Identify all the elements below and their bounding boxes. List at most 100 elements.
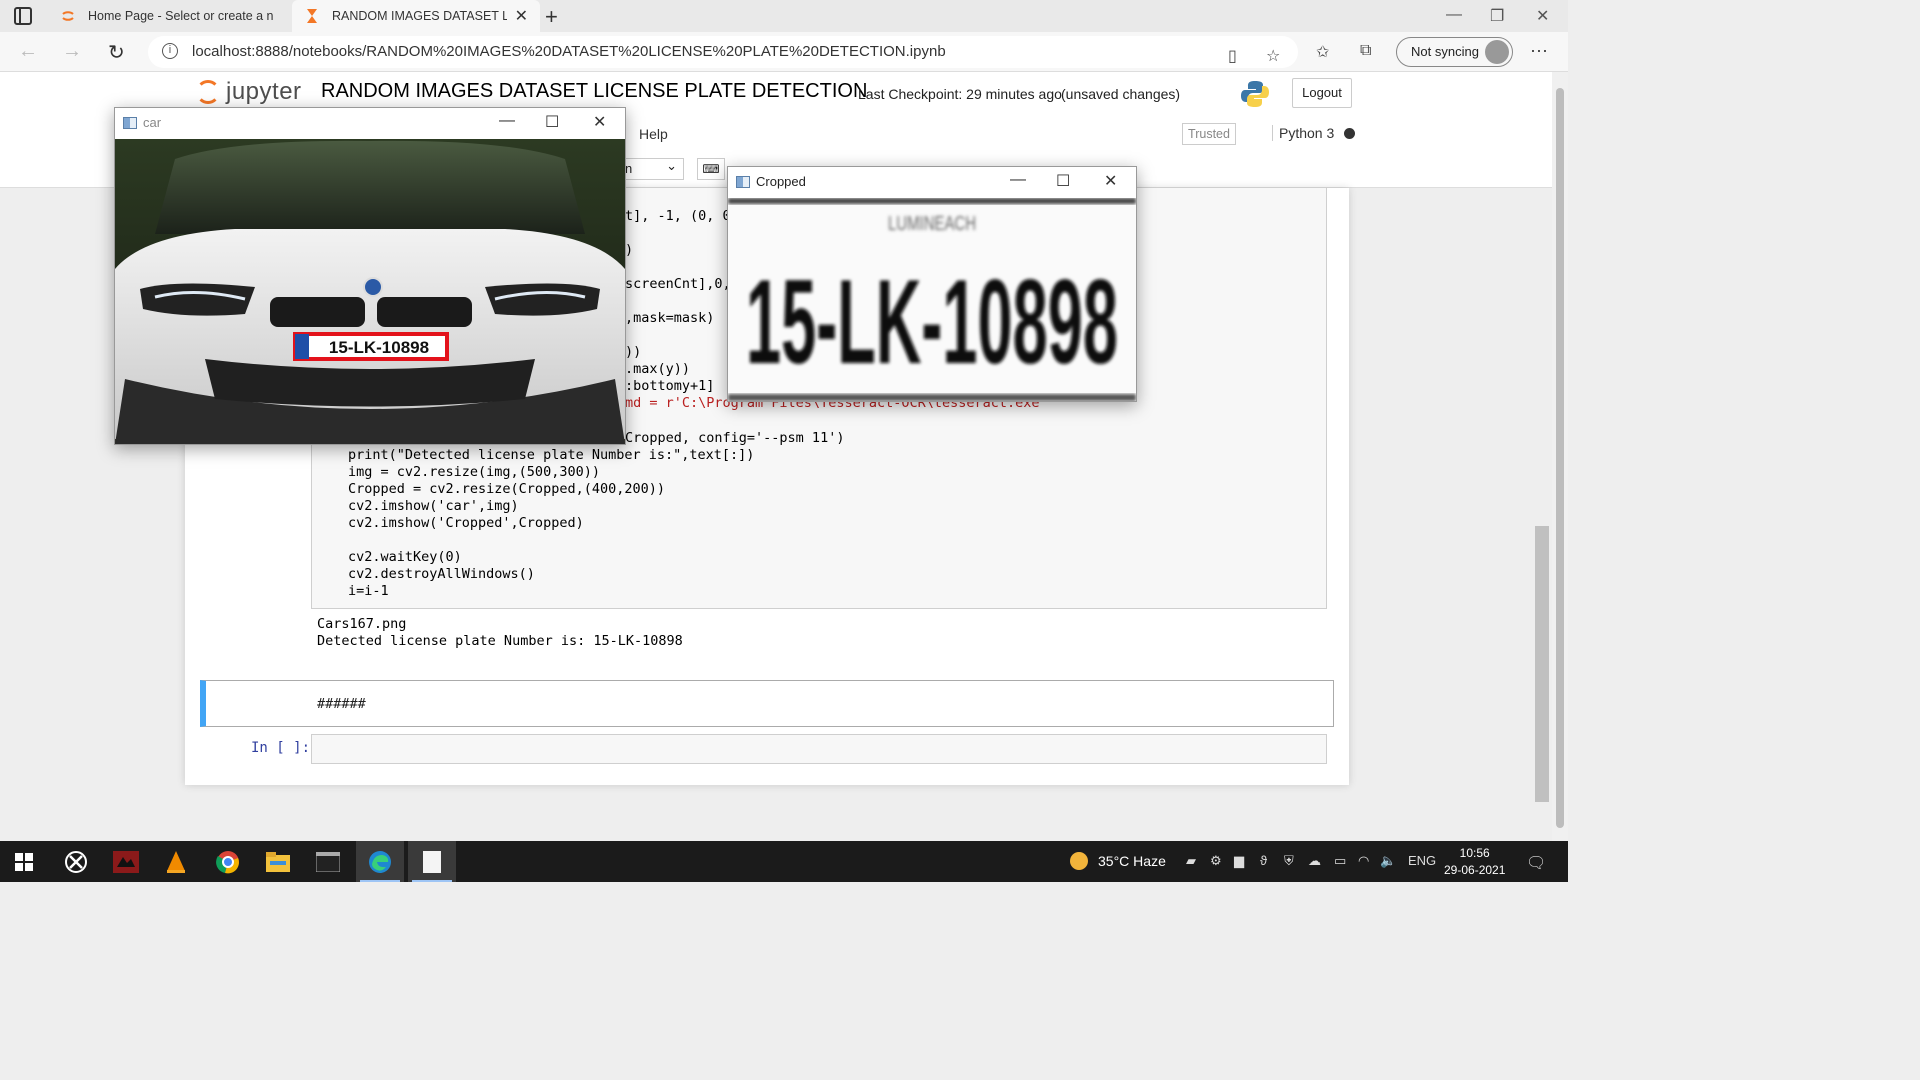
code-fragment: .max(y)): [625, 361, 691, 377]
code-line: cv2.imshow('Cropped',Cropped): [348, 515, 584, 531]
url-text: localhost:8888/notebooks/RANDOM%20IMAGES…: [192, 43, 946, 60]
tab-label: RANDOM IMAGES DATASET LICE: [332, 9, 507, 23]
car-image: 15-LK-10898: [115, 139, 625, 444]
tab-notebook[interactable]: RANDOM IMAGES DATASET LICE ✕: [292, 0, 540, 32]
jupyter-logo[interactable]: jupyter: [196, 78, 302, 106]
minimize-icon[interactable]: —: [1446, 6, 1462, 24]
code-fragment: )): [625, 344, 642, 360]
minimize-icon[interactable]: —: [499, 112, 515, 130]
close-icon[interactable]: ✕: [1104, 171, 1117, 191]
checkpoint-status: Last Checkpoint: 29 minutes ago: [858, 86, 1062, 102]
kernel-indicator: Python 3: [1272, 125, 1356, 141]
favorites-icon[interactable]: ✩: [1316, 42, 1329, 62]
logout-button[interactable]: Logout: [1292, 78, 1352, 108]
sync-button[interactable]: Not syncing: [1396, 37, 1513, 67]
window-icon: [123, 117, 137, 129]
cropped-window[interactable]: Cropped — ☐ ✕ LUMINEACH 15-LK-10898: [727, 166, 1137, 402]
security-icon[interactable]: ⛨: [1284, 853, 1294, 869]
window-titlebar[interactable]: car — ☐ ✕: [115, 108, 625, 138]
settings-tray-icon[interactable]: ⚙: [1210, 853, 1222, 869]
window-titlebar[interactable]: Cropped — ☐ ✕: [728, 167, 1136, 197]
xbox-icon[interactable]: [52, 841, 100, 882]
clock-time: 10:56: [1459, 846, 1490, 860]
output-result: Detected license plate Number is: 15-LK-…: [317, 633, 683, 649]
jupyter-logo-text: jupyter: [226, 78, 302, 105]
volume-icon[interactable]: 🔈: [1380, 853, 1396, 869]
collections-icon[interactable]: ⧉: [1360, 42, 1371, 60]
code-fragment: ): [625, 242, 634, 258]
car-photo: 15-LK-10898: [115, 139, 625, 444]
tab-home-page[interactable]: Home Page - Select or create a n: [48, 0, 292, 32]
code-fragment: ,mask=mask): [625, 310, 715, 326]
app-red-icon[interactable]: [102, 841, 150, 882]
window-icon: [736, 176, 750, 188]
cropped-plate-image: LUMINEACH 15-LK-10898: [728, 198, 1136, 401]
tab-label: Home Page - Select or create a n: [88, 9, 274, 23]
code-fragment: t], -1, (0, 0: [625, 208, 731, 224]
code-fragment: Cropped, config='--psm 11'): [625, 430, 845, 446]
code-line: print("Detected license plate Number is:…: [348, 447, 755, 463]
unsaved-status: (unsaved changes): [1061, 86, 1181, 102]
minimize-icon[interactable]: —: [1010, 171, 1026, 189]
notifications-icon[interactable]: 🗨: [1526, 853, 1546, 873]
reader-view-icon[interactable]: ▯: [1228, 46, 1237, 66]
notebook-title[interactable]: RANDOM IMAGES DATASET LICENSE PLATE DETE…: [321, 80, 867, 103]
language-indicator[interactable]: ENG: [1408, 853, 1436, 868]
close-tab-icon[interactable]: ✕: [515, 6, 528, 26]
chrome-icon[interactable]: [204, 841, 252, 882]
weather-text: 35°C Haze: [1098, 853, 1166, 869]
cell-type-select[interactable]: n: [620, 156, 684, 180]
code-line: i=i-1: [348, 583, 389, 599]
url-field[interactable]: i localhost:8888/notebooks/RANDOM%20IMAG…: [148, 36, 1298, 68]
red-tray-icon[interactable]: ▆: [1234, 853, 1244, 869]
close-icon[interactable]: ✕: [593, 112, 606, 132]
new-tab-button[interactable]: +: [545, 4, 558, 30]
close-window-icon[interactable]: ✕: [1536, 6, 1549, 26]
jupyter-logo-icon: [196, 80, 220, 104]
clock[interactable]: 10:56 29-06-2021: [1444, 845, 1505, 879]
scrollbar-thumb[interactable]: [1556, 88, 1564, 828]
wifi-icon[interactable]: ◠: [1358, 853, 1369, 869]
info-icon[interactable]: i: [162, 43, 178, 59]
markdown-cell[interactable]: ######: [200, 680, 1334, 727]
code-line: cv2.imshow('car',img): [348, 498, 519, 514]
maximize-icon[interactable]: ☐: [1056, 171, 1070, 191]
plate-top-text: LUMINEACH: [888, 213, 976, 235]
tray-app-icon[interactable]: ϑ: [1260, 853, 1267, 868]
page-scrollbar[interactable]: [1552, 72, 1568, 841]
hourglass-icon: [307, 9, 317, 23]
keyboard-icon[interactable]: ⌨: [697, 158, 725, 180]
maximize-icon[interactable]: ☐: [545, 112, 559, 132]
start-icon[interactable]: [0, 841, 48, 882]
kernel-status-icon: [1344, 128, 1356, 139]
forward-icon[interactable]: →: [62, 40, 82, 63]
back-icon[interactable]: ←: [18, 40, 38, 63]
notebook-scrollbar[interactable]: [1534, 188, 1550, 841]
battery-icon[interactable]: ▭: [1334, 853, 1346, 869]
address-bar: ← → ↻ i localhost:8888/notebooks/RANDOM%…: [0, 32, 1568, 72]
menu-help[interactable]: Help: [639, 126, 668, 142]
notepad-icon[interactable]: [408, 841, 456, 882]
cell-prompt: In [ ]:: [251, 740, 311, 756]
car-window[interactable]: car — ☐ ✕ 15-LK-10898: [114, 107, 626, 445]
nvidia-icon[interactable]: ▰: [1186, 853, 1196, 869]
cropped-plate-text: 15-LK-10898: [746, 255, 1118, 389]
add-favorite-icon[interactable]: ☆: [1266, 46, 1280, 66]
reload-icon[interactable]: ↻: [108, 40, 125, 65]
edge-icon[interactable]: [356, 841, 404, 882]
code-line: cv2.waitKey(0): [348, 549, 462, 565]
cloud-icon[interactable]: ☁: [1308, 853, 1321, 869]
terminal-icon[interactable]: [304, 841, 352, 882]
empty-code-cell[interactable]: [311, 734, 1327, 764]
tab-actions-icon[interactable]: [14, 7, 32, 25]
trusted-badge[interactable]: Trusted: [1182, 123, 1236, 145]
cropped-plate-photo: LUMINEACH 15-LK-10898: [728, 198, 1136, 401]
file-explorer-icon[interactable]: [254, 841, 302, 882]
vlc-icon[interactable]: [152, 841, 200, 882]
restore-icon[interactable]: ❐: [1490, 6, 1504, 26]
car-plate-text: 15-LK-10898: [329, 338, 429, 357]
scrollbar-thumb[interactable]: [1535, 526, 1549, 802]
weather-widget[interactable]: 35°C Haze: [1070, 852, 1166, 870]
output-filename: Cars167.png: [317, 616, 407, 632]
more-icon[interactable]: ···: [1530, 40, 1548, 61]
